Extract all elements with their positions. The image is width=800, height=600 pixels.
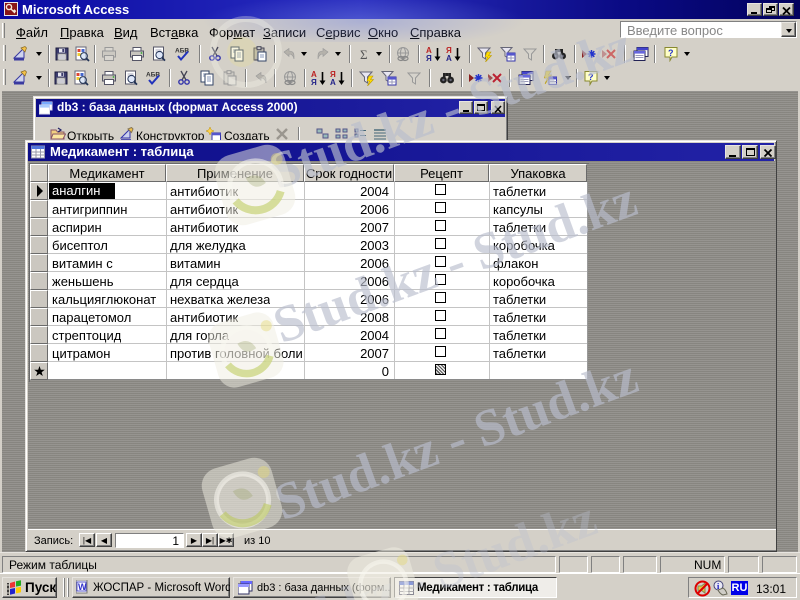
svg-text:Я: Я xyxy=(426,54,432,62)
svg-text:?: ? xyxy=(588,72,594,82)
svg-text:А: А xyxy=(446,54,452,62)
svg-text:А: А xyxy=(330,78,336,86)
svg-text:Я: Я xyxy=(311,78,317,86)
svg-text:Σ: Σ xyxy=(360,47,368,62)
svg-text:W: W xyxy=(78,582,87,592)
svg-text:?: ? xyxy=(668,48,674,58)
